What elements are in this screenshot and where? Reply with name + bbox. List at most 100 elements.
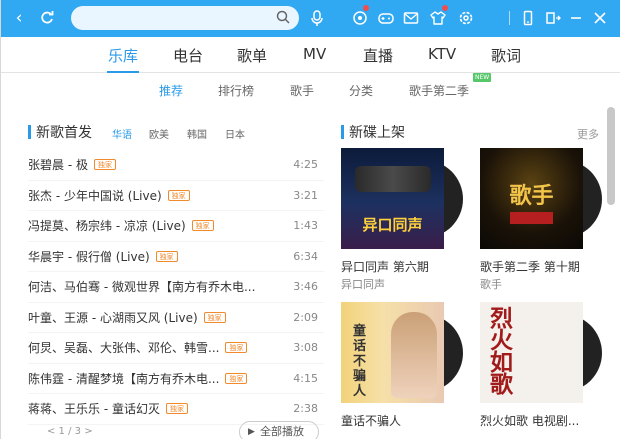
back-arrow-icon[interactable]: ‹ xyxy=(8,7,30,29)
tab-radio[interactable]: 电台 xyxy=(173,45,203,66)
song-title[interactable]: 何洁、马伯骞 - 微观世界【南方有乔木电... xyxy=(28,278,255,295)
song-row[interactable]: 何洁、马伯骞 - 微观世界【南方有乔木电... 3:46 xyxy=(28,272,324,303)
pagination[interactable]: < 1 / 3 > xyxy=(47,426,93,437)
album-name[interactable]: 童话不骗人 xyxy=(341,412,401,429)
close-icon[interactable] xyxy=(591,9,609,27)
section-accent-bar xyxy=(341,125,344,139)
search-input[interactable] xyxy=(71,6,299,30)
play-all-label: 全部播放 xyxy=(260,425,304,438)
song-row[interactable]: 陈伟霆 - 清醒梦境【南方有乔木电... 独家 4:15 xyxy=(28,364,324,394)
cover-portrait xyxy=(391,312,437,398)
cover-title: 歌手 xyxy=(509,184,554,209)
mobile-phone-icon[interactable] xyxy=(519,9,537,27)
filter-korean[interactable]: 韩国 xyxy=(187,126,207,141)
exclusive-badge: 独家 xyxy=(155,250,178,262)
cover-title: 童话不骗人 xyxy=(353,324,367,399)
new-albums-title: 新碟上架 xyxy=(349,125,405,141)
play-all-button[interactable]: ▶ 全部播放 xyxy=(239,421,319,439)
subtab-recommend[interactable]: 推荐 xyxy=(159,82,183,99)
voice-search-icon[interactable] xyxy=(308,9,326,27)
song-list: 张碧晨 - 极独家 4:25 张杰 - 少年中国说 (Live) 独家 3:21 冯提莫、… xyxy=(28,150,324,425)
song-title[interactable]: 何炅、吴磊、大张伟、邓伦、韩雪... xyxy=(28,339,219,356)
new-songs-title: 新歌首发 xyxy=(36,125,92,141)
cover-banner xyxy=(510,212,553,224)
song-duration: 4:25 xyxy=(293,158,318,172)
song-duration: 2:09 xyxy=(293,310,318,324)
exclusive-badge: 独家 xyxy=(203,311,226,323)
song-row[interactable]: 冯提莫、杨宗纬 - 凉凉 (Live) 独家 1:43 xyxy=(28,211,324,242)
new-badge: NEW xyxy=(473,73,492,82)
main-tab-bar: 乐库 电台 歌单 MV 直播 KTV 歌词 xyxy=(1,37,620,73)
cover-title: 烈火如歌 xyxy=(490,305,513,398)
song-row[interactable]: 叶童、王源 - 心湖雨又风 (Live) 独家 2:09 xyxy=(28,303,324,333)
album-cover[interactable]: 烈火如歌 xyxy=(480,302,583,403)
album-cover[interactable]: 歌手 xyxy=(480,148,583,249)
refresh-icon[interactable] xyxy=(36,7,58,29)
exclusive-badge: 独家 xyxy=(165,403,188,415)
more-link[interactable]: 更多 xyxy=(577,126,599,142)
exclusive-badge: 独家 xyxy=(225,372,248,384)
mini-mode-icon[interactable] xyxy=(544,9,562,27)
notification-dot-icon xyxy=(442,5,448,11)
song-title[interactable]: 张碧晨 - 极 xyxy=(28,156,88,173)
song-duration: 3:46 xyxy=(293,280,318,294)
tab-playlists[interactable]: 歌单 xyxy=(237,45,267,66)
subtab-charts[interactable]: 排行榜 xyxy=(218,82,254,99)
cover-title: 异口同声 xyxy=(362,216,423,234)
album-name[interactable]: 烈火如歌 电视剧... xyxy=(480,412,579,429)
song-row[interactable]: 张杰 - 少年中国说 (Live) 独家 3:21 xyxy=(28,181,324,211)
song-title[interactable]: 华晨宇 - 假行僧 (Live) xyxy=(28,248,150,265)
title-bar-divider xyxy=(509,11,510,25)
album-artist[interactable]: 异口同声 xyxy=(341,276,385,292)
filter-japanese[interactable]: 日本 xyxy=(225,126,245,141)
song-title[interactable]: 叶童、王源 - 心湖雨又风 (Live) xyxy=(28,309,198,326)
mail-icon[interactable] xyxy=(402,9,420,27)
skin-shirt-icon[interactable] xyxy=(429,9,447,27)
music-app-window: ‹ 乐库 电台 歌单 MV 直播 KTV 歌词 推荐 排行榜 歌手 分类 歌手第… xyxy=(0,0,620,439)
tab-library[interactable]: 乐库 xyxy=(108,45,138,66)
song-row[interactable]: 何炅、吴磊、大张伟、邓伦、韩雪... 独家 3:08 xyxy=(28,333,324,364)
title-bar: ‹ xyxy=(1,0,620,37)
gamepad-icon[interactable] xyxy=(377,9,395,27)
album-cover[interactable]: 童话不骗人 xyxy=(341,302,444,403)
song-duration: 2:38 xyxy=(293,402,318,416)
song-duration: 4:15 xyxy=(293,371,318,385)
song-row[interactable]: 张碧晨 - 极独家 4:25 xyxy=(28,150,324,181)
song-duration: 3:21 xyxy=(293,188,318,202)
song-title[interactable]: 蒋蒋、王乐乐 - 童话幻灭 xyxy=(28,400,160,417)
album-artist[interactable]: 歌手 xyxy=(480,276,502,292)
album-name[interactable]: 歌手第二季 第十期 xyxy=(480,258,580,275)
gear-icon[interactable] xyxy=(457,9,475,27)
active-tab-indicator xyxy=(107,71,139,73)
exclusive-badge: 独家 xyxy=(225,342,248,354)
search-icon[interactable] xyxy=(275,9,291,25)
album-cover[interactable]: 异口同声 xyxy=(341,148,444,249)
subtab-singers[interactable]: 歌手 xyxy=(290,82,314,99)
subtab-categories[interactable]: 分类 xyxy=(349,82,373,99)
tab-live[interactable]: 直播 xyxy=(363,45,393,66)
tab-ktv[interactable]: KTV xyxy=(428,45,456,63)
song-duration: 3:08 xyxy=(293,341,318,355)
song-title[interactable]: 冯提莫、杨宗纬 - 凉凉 (Live) xyxy=(28,217,186,234)
song-title[interactable]: 陈伟霆 - 清醒梦境【南方有乔木电... xyxy=(28,370,219,387)
song-row[interactable]: 蒋蒋、王乐乐 - 童话幻灭 独家 2:38 xyxy=(28,394,324,425)
filter-chinese[interactable]: 华语 xyxy=(112,126,132,141)
filter-western[interactable]: 欧美 xyxy=(149,126,169,141)
exclusive-badge: 独家 xyxy=(93,159,116,171)
song-title[interactable]: 张杰 - 少年中国说 (Live) xyxy=(28,187,162,204)
song-duration: 1:43 xyxy=(293,219,318,233)
song-row[interactable]: 华晨宇 - 假行僧 (Live) 独家 6:34 xyxy=(28,242,324,272)
tab-mv[interactable]: MV xyxy=(303,45,326,63)
play-icon: ▶ xyxy=(248,427,255,437)
exclusive-badge: 独家 xyxy=(191,220,214,232)
target-icon[interactable] xyxy=(351,9,369,27)
section-accent-bar xyxy=(28,125,31,139)
vertical-scrollbar[interactable] xyxy=(607,107,615,205)
subtab-singer-season2[interactable]: 歌手第二季 xyxy=(409,82,469,99)
song-duration: 6:34 xyxy=(293,249,318,263)
minimize-icon[interactable] xyxy=(567,9,585,27)
tab-lyrics[interactable]: 歌词 xyxy=(491,45,521,66)
album-name[interactable]: 异口同声 第六期 xyxy=(341,258,429,275)
sub-tab-bar: 推荐 排行榜 歌手 分类 歌手第二季 xyxy=(1,74,620,104)
notification-dot-icon xyxy=(363,5,369,11)
